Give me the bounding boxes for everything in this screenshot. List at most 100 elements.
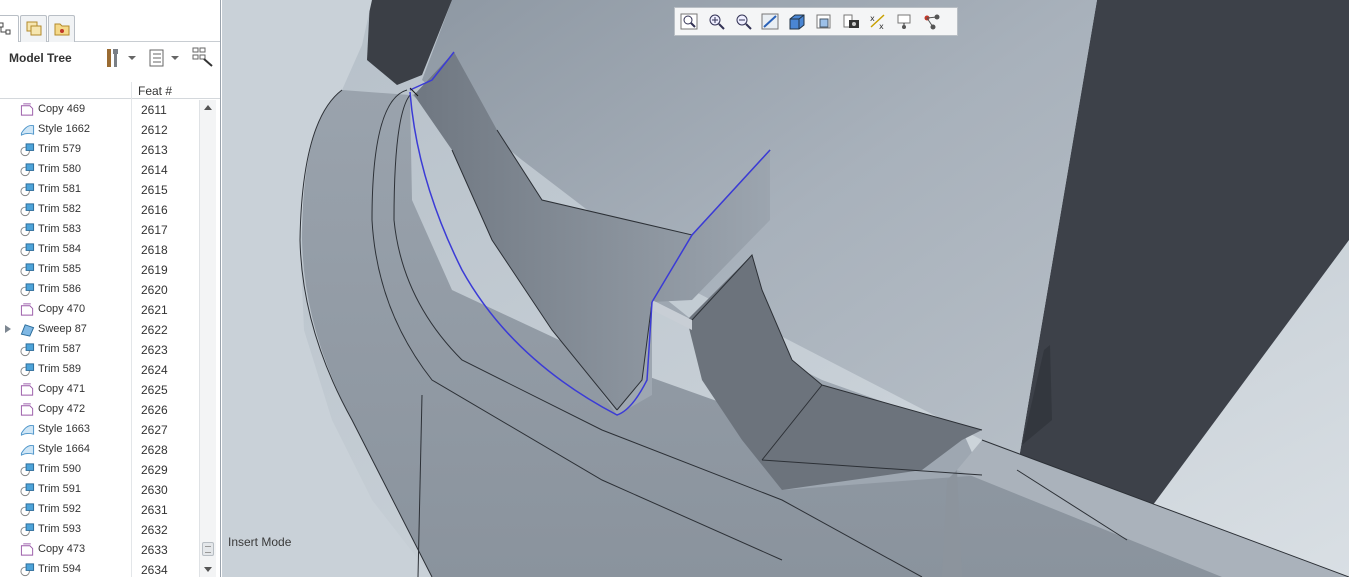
trim-icon	[20, 143, 35, 157]
trim-icon	[20, 263, 35, 277]
tree-row[interactable]: Trim 584 2618	[0, 240, 198, 260]
trim-icon	[20, 523, 35, 537]
saved-views-button[interactable]	[813, 11, 836, 33]
repaint-button[interactable]	[759, 11, 782, 33]
datum-display-button[interactable]: xx	[867, 11, 890, 33]
tab-layers[interactable]	[20, 15, 47, 42]
feature-name: Sweep 87	[38, 323, 87, 335]
tree-row[interactable]: Trim 591 2630	[0, 480, 198, 500]
mode-status-text: Insert Mode	[228, 535, 292, 549]
tree-row[interactable]: Copy 469 2611	[0, 100, 198, 120]
tree-row[interactable]: Trim 579 2613	[0, 140, 198, 160]
feature-number: 2628	[141, 443, 168, 457]
favorites-icon	[54, 23, 70, 36]
tree-filter-button[interactable]	[192, 47, 216, 69]
zoom-in-button[interactable]	[705, 11, 728, 33]
annotation-button[interactable]	[921, 11, 944, 33]
feature-name: Style 1664	[38, 443, 90, 455]
cad-model-render[interactable]	[222, 0, 1349, 577]
tree-row[interactable]: Trim 581 2615	[0, 180, 198, 200]
feature-number: 2615	[141, 183, 168, 197]
show-list-icon	[149, 49, 164, 67]
trim-icon	[20, 223, 35, 237]
model-tree-panel: Model Tree Feat # Copy 469 2611 Style 16…	[0, 0, 221, 577]
scroll-thumb[interactable]	[202, 542, 214, 556]
feature-number: 2627	[141, 423, 168, 437]
tree-row[interactable]: Copy 473 2633	[0, 540, 198, 560]
feature-name: Copy 470	[38, 303, 86, 315]
tree-row[interactable]: Copy 471 2625	[0, 380, 198, 400]
tree-row[interactable]: Trim 593 2632	[0, 520, 198, 540]
trim-icon	[20, 463, 35, 477]
feature-name: Trim 590	[38, 463, 81, 475]
snapshot-button[interactable]	[840, 11, 863, 33]
sweep-icon	[20, 324, 35, 337]
style-icon	[20, 124, 35, 136]
tree-row[interactable]: Style 1664 2628	[0, 440, 198, 460]
scroll-down-arrow-icon[interactable]	[201, 562, 215, 576]
feature-name: Copy 471	[38, 383, 86, 395]
feature-name: Style 1663	[38, 423, 90, 435]
view-toolbar: xx	[674, 7, 958, 36]
feature-number: 2613	[141, 143, 168, 157]
tree-scrollbar[interactable]	[199, 100, 216, 577]
copy-icon	[20, 103, 34, 116]
feature-name: Trim 584	[38, 243, 81, 255]
datum-display-icon: xx	[870, 14, 885, 31]
feature-number: 2619	[141, 263, 168, 277]
feature-number: 2618	[141, 243, 168, 257]
feature-number: 2625	[141, 383, 168, 397]
tab-favorites[interactable]	[48, 15, 75, 42]
feature-name: Trim 587	[38, 343, 81, 355]
column-header-feat[interactable]: Feat #	[138, 84, 172, 98]
copy-icon	[20, 543, 34, 556]
tree-show-button[interactable]	[147, 47, 183, 69]
tree-row[interactable]: Trim 589 2624	[0, 360, 198, 380]
copy-icon	[20, 383, 34, 396]
expand-arrow-icon[interactable]	[5, 325, 11, 333]
tree-row[interactable]: Trim 586 2620	[0, 280, 198, 300]
layers-icon	[26, 21, 42, 36]
feature-number: 2630	[141, 483, 168, 497]
trim-icon	[20, 363, 35, 377]
feature-name: Trim 591	[38, 483, 81, 495]
feature-name: Trim 582	[38, 203, 81, 215]
feature-name: Trim 593	[38, 523, 81, 535]
tree-row[interactable]: Trim 590 2629	[0, 460, 198, 480]
trim-icon	[20, 203, 35, 217]
spin-center-button[interactable]	[894, 11, 917, 33]
repaint-icon	[761, 13, 779, 30]
tree-row[interactable]: Trim 585 2619	[0, 260, 198, 280]
model-tree-title: Model Tree	[9, 51, 72, 65]
feature-name: Trim 580	[38, 163, 81, 175]
zoom-out-button[interactable]	[732, 11, 755, 33]
tree-row[interactable]: Trim 594 2634	[0, 560, 198, 577]
trim-icon	[20, 483, 35, 497]
tree-row[interactable]: Copy 470 2621	[0, 300, 198, 320]
tree-row[interactable]: Style 1663 2627	[0, 420, 198, 440]
feature-number: 2624	[141, 363, 168, 377]
tab-model-tree[interactable]	[0, 15, 19, 42]
style-icon	[20, 444, 35, 456]
tree-row[interactable]: Trim 587 2623	[0, 340, 198, 360]
feature-number: 2614	[141, 163, 168, 177]
zoom-fit-button[interactable]	[678, 11, 701, 33]
feature-name: Trim 589	[38, 363, 81, 375]
tree-row[interactable]: Trim 583 2617	[0, 220, 198, 240]
tree-row[interactable]: Trim 580 2614	[0, 160, 198, 180]
tree-row[interactable]: Style 1662 2612	[0, 120, 198, 140]
tree-row[interactable]: Sweep 87 2622	[0, 320, 198, 340]
scroll-up-arrow-icon[interactable]	[201, 101, 215, 115]
graphics-viewport[interactable]: xx Insert Mode	[222, 0, 1349, 577]
tree-row[interactable]: Trim 582 2616	[0, 200, 198, 220]
tree-row[interactable]: Copy 472 2626	[0, 400, 198, 420]
feature-name: Trim 594	[38, 563, 81, 575]
tree-settings-button[interactable]	[104, 47, 140, 69]
saved-views-icon	[816, 14, 831, 29]
feature-name: Trim 586	[38, 283, 81, 295]
trim-icon	[20, 163, 35, 177]
tree-row[interactable]: Trim 592 2631	[0, 500, 198, 520]
zoom-out-icon	[736, 14, 752, 30]
feature-name: Trim 583	[38, 223, 81, 235]
display-style-button[interactable]	[786, 11, 809, 33]
